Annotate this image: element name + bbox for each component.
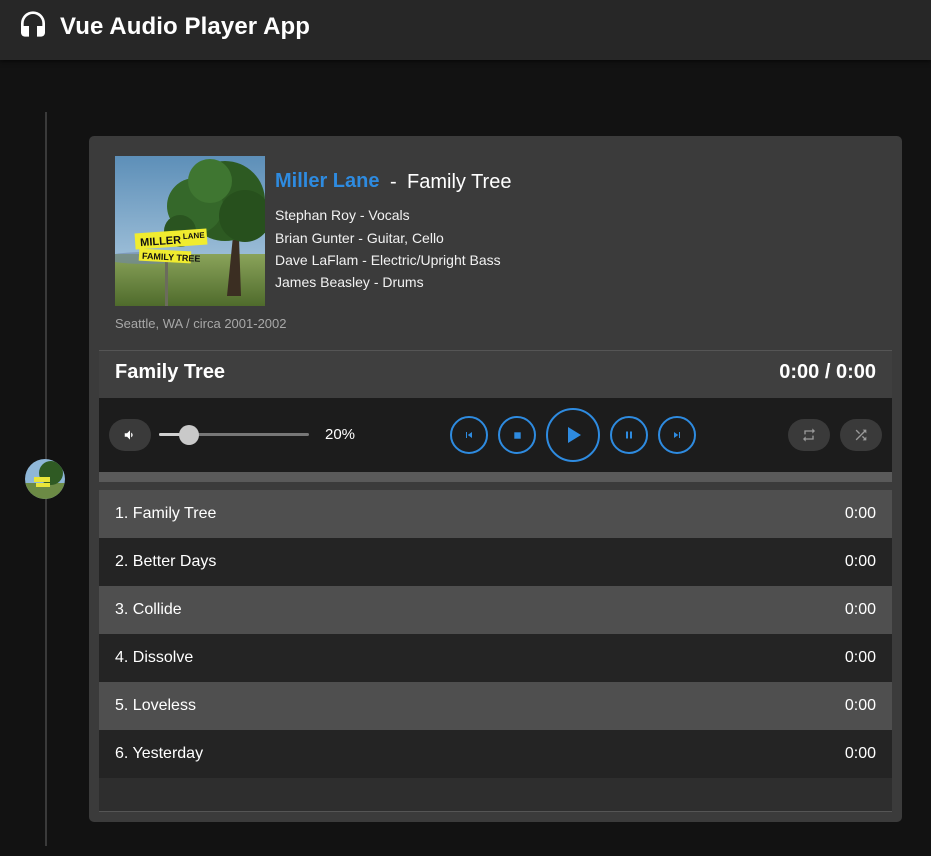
track-item[interactable]: 1. Family Tree 0:00 <box>99 490 892 538</box>
play-button[interactable] <box>546 408 600 462</box>
track-item[interactable]: 5. Loveless 0:00 <box>99 682 892 730</box>
title-separator: - <box>390 171 397 193</box>
playback-progress-bar[interactable] <box>99 472 892 482</box>
pause-button[interactable] <box>610 416 648 454</box>
app-title: Vue Audio Player App <box>60 13 311 40</box>
track-duration: 0:00 <box>844 601 876 618</box>
track-item[interactable]: 4. Dissolve 0:00 <box>99 634 892 682</box>
volume-percent: 20% <box>325 426 356 443</box>
previous-button[interactable] <box>450 416 488 454</box>
band-name-link[interactable]: Miller Lane <box>275 170 379 193</box>
repeat-button[interactable] <box>788 419 830 451</box>
pause-icon <box>626 431 632 439</box>
svg-text:LANE: LANE <box>183 231 206 242</box>
track-duration: 0:00 <box>844 649 876 666</box>
stop-icon <box>513 431 521 439</box>
album-avatar[interactable] <box>25 459 65 499</box>
stop-button[interactable] <box>498 416 536 454</box>
track-list-footer <box>99 778 892 812</box>
volume-icon <box>124 430 133 440</box>
track-title: 3. Collide <box>115 601 182 618</box>
track-title: 6. Yesterday <box>115 745 204 762</box>
album-cover: MILLER LANE FAMILY TREE <box>115 156 265 306</box>
track-title: 2. Better Days <box>115 553 217 570</box>
track-item[interactable]: 2. Better Days 0:00 <box>99 538 892 586</box>
track-title: 5. Loveless <box>115 697 196 714</box>
track-title: 4. Dissolve <box>115 649 194 666</box>
headphones-icon <box>21 11 45 37</box>
track-duration: 0:00 <box>844 697 876 714</box>
track-item[interactable]: 3. Collide 0:00 <box>99 586 892 634</box>
shuffle-button[interactable] <box>840 419 882 451</box>
playback-time: 0:00 / 0:00 <box>779 361 876 383</box>
track-duration: 0:00 <box>844 553 876 570</box>
app-bar: Vue Audio Player App <box>0 0 931 60</box>
play-icon <box>568 427 581 443</box>
track-title: 1. Family Tree <box>115 505 217 522</box>
skip-previous-icon <box>466 432 472 438</box>
track-duration: 0:00 <box>844 745 876 762</box>
skip-next-icon <box>674 432 680 438</box>
volume-slider-thumb[interactable] <box>179 425 199 445</box>
band-member: James Beasley - Drums <box>275 274 424 290</box>
repeat-icon <box>803 428 815 442</box>
track-duration: 0:00 <box>844 505 876 522</box>
now-playing-title: Family Tree <box>115 361 226 383</box>
album-location: Seattle, WA / circa 2001-2002 <box>115 316 287 331</box>
band-member: Stephan Roy - Vocals <box>275 207 410 223</box>
next-button[interactable] <box>658 416 696 454</box>
track-item[interactable]: 6. Yesterday 0:00 <box>99 730 892 778</box>
band-member: Brian Gunter - Guitar, Cello <box>275 230 444 246</box>
shuffle-icon <box>855 429 867 441</box>
album-title: Family Tree <box>407 171 512 193</box>
mute-button[interactable] <box>109 419 151 451</box>
band-member: Dave LaFlam - Electric/Upright Bass <box>275 252 501 268</box>
